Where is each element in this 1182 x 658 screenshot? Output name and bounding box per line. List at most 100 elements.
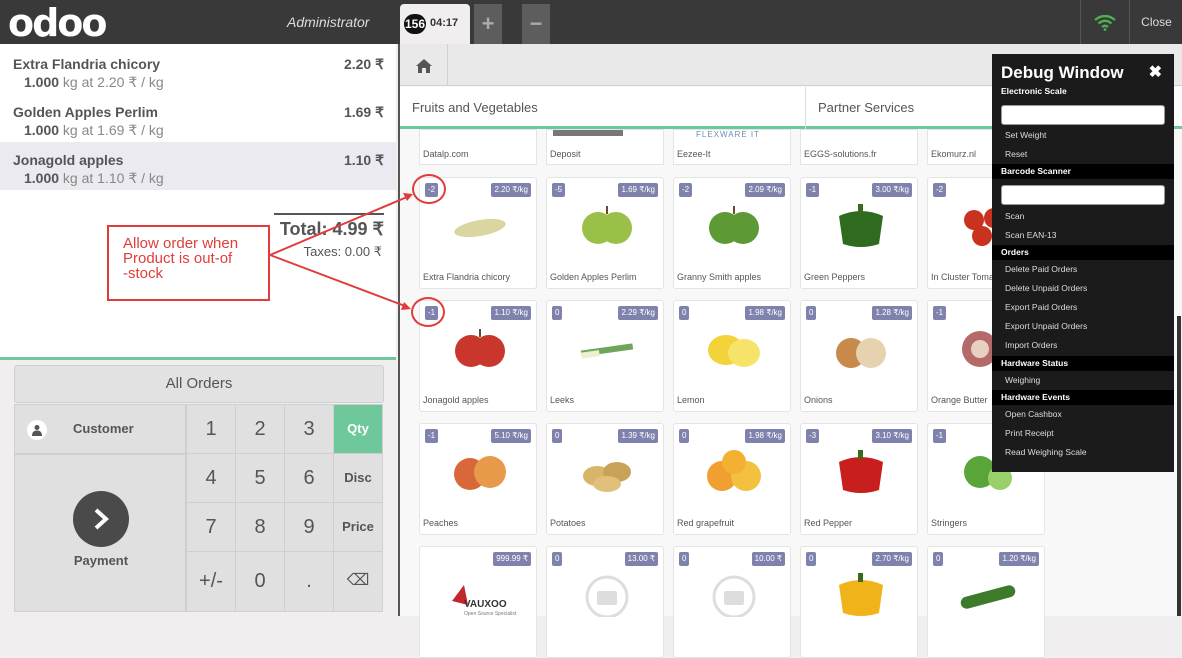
numpad-key-9[interactable]: 9	[284, 502, 334, 552]
set-weight-button[interactable]: Set Weight	[1005, 130, 1046, 140]
numpad-key-2[interactable]: 2	[235, 404, 285, 454]
category-partner-services[interactable]: Partner Services	[818, 100, 914, 115]
grapefruit-image	[704, 448, 764, 494]
product-card[interactable]: 0 1.28 ₹/kg Onions	[800, 300, 918, 412]
scrollbar[interactable]	[1177, 316, 1181, 616]
disc-mode-button[interactable]: Disc	[333, 453, 383, 503]
product-name: Orange Butter	[931, 395, 988, 405]
payment-button[interactable]: Payment	[14, 454, 186, 612]
annotation-callout: Allow order when Product is out-of -stoc…	[107, 225, 270, 301]
qty-mode-button[interactable]: Qty	[333, 404, 383, 454]
product-name: Leeks	[550, 395, 575, 405]
price-tag: 3.00 ₹/kg	[872, 183, 912, 197]
export-paid-orders-button[interactable]: Export Paid Orders	[1005, 302, 1077, 312]
product-card[interactable]: 0 2.70 ₹/kg	[800, 546, 918, 658]
onion-image	[831, 325, 891, 371]
product-name: Jonagold apples	[423, 395, 489, 405]
apple-image	[704, 202, 764, 248]
order-line[interactable]: Extra Flandria chicory 2.20 ₹ 1.000 kg a…	[0, 46, 396, 94]
product-card[interactable]: 999.99 ₹ VAUXOO Open Source Specialist	[419, 546, 537, 658]
product-card[interactable]: -2 2.09 ₹/kg Granny Smith apples	[673, 177, 791, 289]
numpad-key-8[interactable]: 8	[235, 502, 285, 552]
open-cashbox-button[interactable]: Open Cashbox	[1005, 409, 1062, 419]
order-line-selected[interactable]: Jonagold apples 1.10 ₹ 1.000 kg at 1.10 …	[0, 142, 396, 190]
order-tab[interactable]: 156 04:17	[400, 4, 470, 44]
read-weighing-scale-button[interactable]: Read Weighing Scale	[1005, 447, 1087, 457]
numpad-key-dot[interactable]: .	[284, 551, 334, 612]
product-name: Ekomurz.nl	[931, 149, 977, 159]
product-name: Green Peppers	[804, 272, 866, 282]
username[interactable]: Administrator	[287, 14, 369, 30]
close-icon[interactable]: ✖	[1149, 62, 1162, 82]
order-line[interactable]: Golden Apples Perlim 1.69 ₹ 1.000 kg at …	[0, 94, 396, 142]
scan-ean13-button[interactable]: Scan EAN-13	[1005, 230, 1057, 240]
product-card[interactable]: 0 1.98 ₹/kg Red grapefruit	[673, 423, 791, 535]
product-card[interactable]: Deposit	[546, 129, 664, 165]
debug-window: Debug Window ✖ Electronic Scale Set Weig…	[992, 54, 1174, 472]
product-card[interactable]: 0 2.29 ₹/kg Leeks	[546, 300, 664, 412]
vauxoo-wordmark: VAUXOO	[464, 599, 507, 610]
remove-order-button[interactable]: −	[522, 4, 550, 44]
product-name: EGGS-solutions.fr	[804, 149, 877, 159]
pepper-image	[831, 448, 891, 494]
reset-button[interactable]: Reset	[1005, 149, 1027, 159]
price-tag: 1.28 ₹/kg	[872, 306, 912, 320]
product-card[interactable]: 0 1.20 ₹/kg	[927, 546, 1045, 658]
product-name: Lemon	[677, 395, 705, 405]
numpad-key-4[interactable]: 4	[186, 453, 236, 503]
product-card[interactable]: 0 10.00 ₹	[673, 546, 791, 658]
numpad-key-6[interactable]: 6	[284, 453, 334, 503]
numpad-key-plusminus[interactable]: +/-	[186, 551, 236, 612]
left-pane: Extra Flandria chicory 2.20 ₹ 1.000 kg a…	[0, 44, 398, 616]
product-card[interactable]: -1 3.00 ₹/kg Green Peppers	[800, 177, 918, 289]
product-name: Stringers	[931, 518, 968, 528]
stock-qty-badge: -2	[679, 183, 693, 197]
wifi-icon[interactable]	[1080, 0, 1130, 44]
scan-button[interactable]: Scan	[1005, 211, 1024, 221]
product-card[interactable]: Datalp.com	[419, 129, 537, 165]
delete-unpaid-orders-button[interactable]: Delete Unpaid Orders	[1005, 283, 1087, 293]
export-unpaid-orders-button[interactable]: Export Unpaid Orders	[1005, 321, 1087, 331]
stock-qty-badge: 0	[933, 552, 944, 566]
product-card[interactable]: 0 1.98 ₹/kg Lemon	[673, 300, 791, 412]
product-card[interactable]: FLEXWARE IT Eezee-It	[673, 129, 791, 165]
product-card[interactable]: -5 1.69 ₹/kg Golden Apples Perlim	[546, 177, 664, 289]
price-tag: 2.29 ₹/kg	[618, 306, 658, 320]
product-card[interactable]: EGGS-solutions.fr	[800, 129, 918, 165]
annotation-line: Product is out-of	[123, 250, 233, 267]
product-card[interactable]: -1 5.10 ₹/kg Peaches	[419, 423, 537, 535]
customer-button[interactable]: Customer	[14, 404, 186, 454]
total-divider	[274, 213, 384, 215]
numpad-key-3[interactable]: 3	[284, 404, 334, 454]
flexware-logo: FLEXWARE IT	[696, 130, 761, 139]
category-fruits-vegetables[interactable]: Fruits and Vegetables	[412, 100, 538, 115]
numpad-key-1[interactable]: 1	[186, 404, 236, 454]
product-name: Deposit	[550, 149, 581, 159]
product-card[interactable]: -3 3.10 ₹/kg Red Pepper	[800, 423, 918, 535]
add-order-button[interactable]: +	[474, 4, 502, 44]
order-time: 04:17	[430, 17, 459, 29]
print-receipt-button[interactable]: Print Receipt	[1005, 428, 1054, 438]
price-tag: 1.98 ₹/kg	[745, 306, 785, 320]
import-orders-button[interactable]: Import Orders	[1005, 340, 1057, 350]
stock-qty-badge: 0	[552, 306, 563, 320]
all-orders-button[interactable]: All Orders	[14, 365, 384, 403]
backspace-icon[interactable]: ⌫	[333, 551, 383, 612]
home-icon[interactable]	[400, 44, 448, 86]
numpad-key-0[interactable]: 0	[235, 551, 285, 612]
product-image	[553, 130, 623, 136]
product-card[interactable]: 0 13.00 ₹	[546, 546, 664, 658]
price-tag: 2.70 ₹/kg	[872, 552, 912, 566]
price-mode-button[interactable]: Price	[333, 502, 383, 552]
numpad-key-7[interactable]: 7	[186, 502, 236, 552]
leek-image	[577, 325, 637, 371]
delete-paid-orders-button[interactable]: Delete Paid Orders	[1005, 264, 1077, 274]
orderline-price: 1.10 ₹	[343, 152, 384, 168]
close-button[interactable]: Close	[1131, 0, 1182, 44]
numpad-key-5[interactable]: 5	[235, 453, 285, 503]
weight-input[interactable]	[1001, 105, 1165, 125]
product-name: Datalp.com	[423, 149, 469, 159]
product-card[interactable]: 0 1.39 ₹/kg Potatoes	[546, 423, 664, 535]
section-barcode-scanner: Barcode Scanner	[992, 164, 1174, 179]
barcode-input[interactable]	[1001, 185, 1165, 205]
